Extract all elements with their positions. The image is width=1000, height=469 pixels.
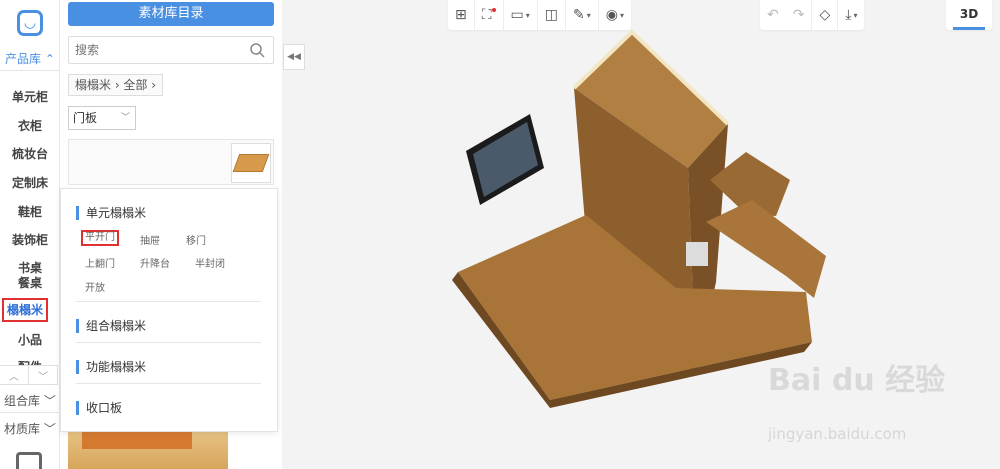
tools-dropdown[interactable]: ✎ ▾	[565, 0, 598, 30]
wrench-icon: ✎	[573, 7, 585, 23]
rail-item-custom-bed[interactable]: 定制床	[0, 174, 60, 191]
panel-toggle-button[interactable]: ◫	[536, 0, 565, 30]
section-closing-board[interactable]: 收口板	[76, 401, 122, 415]
home-icon[interactable]	[16, 452, 42, 469]
option-open[interactable]: 开放	[85, 279, 105, 294]
layout-icon: ▭	[510, 7, 524, 23]
door-type-select[interactable]: 门板 ﹀	[68, 106, 136, 130]
option-semi-closed[interactable]: 半封闭	[195, 255, 225, 270]
product-library-header[interactable]: 产品库 ⌃	[0, 50, 60, 67]
download-dropdown[interactable]: ⤓ ▾	[837, 0, 864, 30]
grid-icon: ⊞	[455, 7, 467, 23]
chevron-down-icon: ▾	[853, 10, 858, 20]
search-box	[68, 36, 274, 64]
toolbar-group-mode: 3D	[946, 0, 992, 30]
left-rail: ◡ 产品库 ⌃ 单元柜 衣柜 梳妆台 定制床 鞋柜 装饰柜 书桌 餐桌 榻榻米 …	[0, 0, 60, 469]
divider	[76, 383, 261, 384]
side-shelf	[706, 200, 826, 298]
chevron-down-icon: ▾	[586, 10, 591, 20]
undo-button[interactable]: ↶	[760, 0, 786, 30]
option-hinged-door[interactable]: 平开门	[81, 230, 119, 246]
fit-view-button[interactable]: ⛶	[473, 0, 503, 30]
divider	[0, 412, 60, 413]
group-library-header[interactable]: 组合库 ﹀	[4, 392, 56, 409]
eraser-button[interactable]: ◇	[811, 0, 837, 30]
material-library-label: 材质库	[4, 422, 41, 436]
frame-icon: ⛶	[481, 7, 492, 23]
visibility-dropdown[interactable]: ◉ ▾	[597, 0, 631, 30]
rail-item-accessory-small[interactable]: 小品	[0, 331, 60, 348]
rail-item-tatami[interactable]: 榻榻米	[2, 298, 48, 322]
collapse-panel-button[interactable]: ◀◀	[283, 44, 305, 70]
library-catalog-button[interactable]: 素材库目录	[68, 2, 274, 26]
watermark-brand: Bai du 经验	[768, 363, 946, 398]
panel-icon: ◫	[544, 7, 559, 23]
section-combo-tatami[interactable]: 组合榻榻米	[76, 319, 146, 333]
3d-viewport[interactable]	[306, 30, 1000, 469]
chevron-down-icon: ﹀	[121, 113, 131, 123]
download-icon: ⤓	[845, 7, 852, 23]
app-logo-icon[interactable]: ◡	[17, 10, 43, 36]
option-lift-table[interactable]: 升降台	[140, 255, 170, 270]
rail-item-dresser[interactable]: 梳妆台	[0, 145, 60, 162]
tatami-category-popup: 单元榻榻米 平开门 抽屉 移门 上翻门 升降台 半封闭 开放 组合榻榻米 功能榻…	[60, 188, 278, 432]
small-box-object	[686, 242, 708, 266]
rail-item-decor-cabinet[interactable]: 装饰柜	[0, 231, 60, 248]
watermark-url: jingyan.baidu.com	[768, 425, 907, 443]
product-library-label: 产品库	[5, 52, 42, 66]
search-input[interactable]	[69, 37, 239, 63]
view-3d-button[interactable]: 3D	[952, 0, 986, 30]
door-type-value: 门板	[73, 111, 98, 125]
scroll-down-icon[interactable]: ﹀	[29, 366, 58, 384]
divider	[0, 70, 60, 71]
product-thumbnail[interactable]	[231, 143, 271, 183]
rail-item-parts[interactable]: 配件	[0, 358, 60, 365]
layout-dropdown[interactable]: ▭ ▾	[502, 0, 537, 30]
divider	[76, 301, 261, 302]
undo-icon: ↶	[767, 7, 779, 23]
tatami-preview-shape	[232, 154, 270, 172]
search-icon[interactable]	[249, 42, 265, 58]
rail-item-dining-table[interactable]: 餐桌	[0, 274, 60, 291]
material-library-header[interactable]: 材质库 ﹀	[4, 420, 56, 437]
option-flip-up-door[interactable]: 上翻门	[85, 255, 115, 270]
redo-button[interactable]: ↷	[786, 0, 812, 30]
section-function-tatami[interactable]: 功能榻榻米	[76, 360, 146, 374]
tatami-preview-shape	[82, 431, 192, 449]
rail-item-shoe-cabinet[interactable]: 鞋柜	[0, 203, 60, 220]
toolbar-group-view: ⊞ ⛶ ▭ ▾ ◫ ✎ ▾ ◉ ▾	[448, 0, 632, 30]
eraser-icon: ◇	[819, 7, 831, 23]
rail-scroll-arrows: ︿ ﹀	[0, 365, 58, 385]
rail-item-unit-cabinet[interactable]: 单元柜	[0, 88, 60, 105]
eye-icon: ◉	[605, 7, 618, 23]
option-drawer[interactable]: 抽屉	[140, 232, 160, 247]
breadcrumb[interactable]: 榻榻米 › 全部 ›	[68, 74, 164, 96]
section-unit-tatami[interactable]: 单元榻榻米	[76, 206, 146, 220]
notification-dot	[491, 8, 496, 12]
option-sliding-door[interactable]: 移门	[186, 232, 206, 247]
redo-icon: ↷	[792, 7, 805, 23]
grid-layout-button[interactable]: ⊞	[448, 0, 474, 30]
toolbar-group-edit: ↶ ↷ ◇ ⤓ ▾	[760, 0, 865, 30]
chevron-down-icon: ▾	[525, 10, 530, 20]
scroll-up-icon[interactable]: ︿	[0, 366, 29, 384]
rail-item-wardrobe[interactable]: 衣柜	[0, 117, 60, 134]
group-library-label: 组合库	[4, 394, 41, 408]
divider	[76, 342, 261, 343]
chevron-down-icon: ▾	[620, 10, 625, 20]
